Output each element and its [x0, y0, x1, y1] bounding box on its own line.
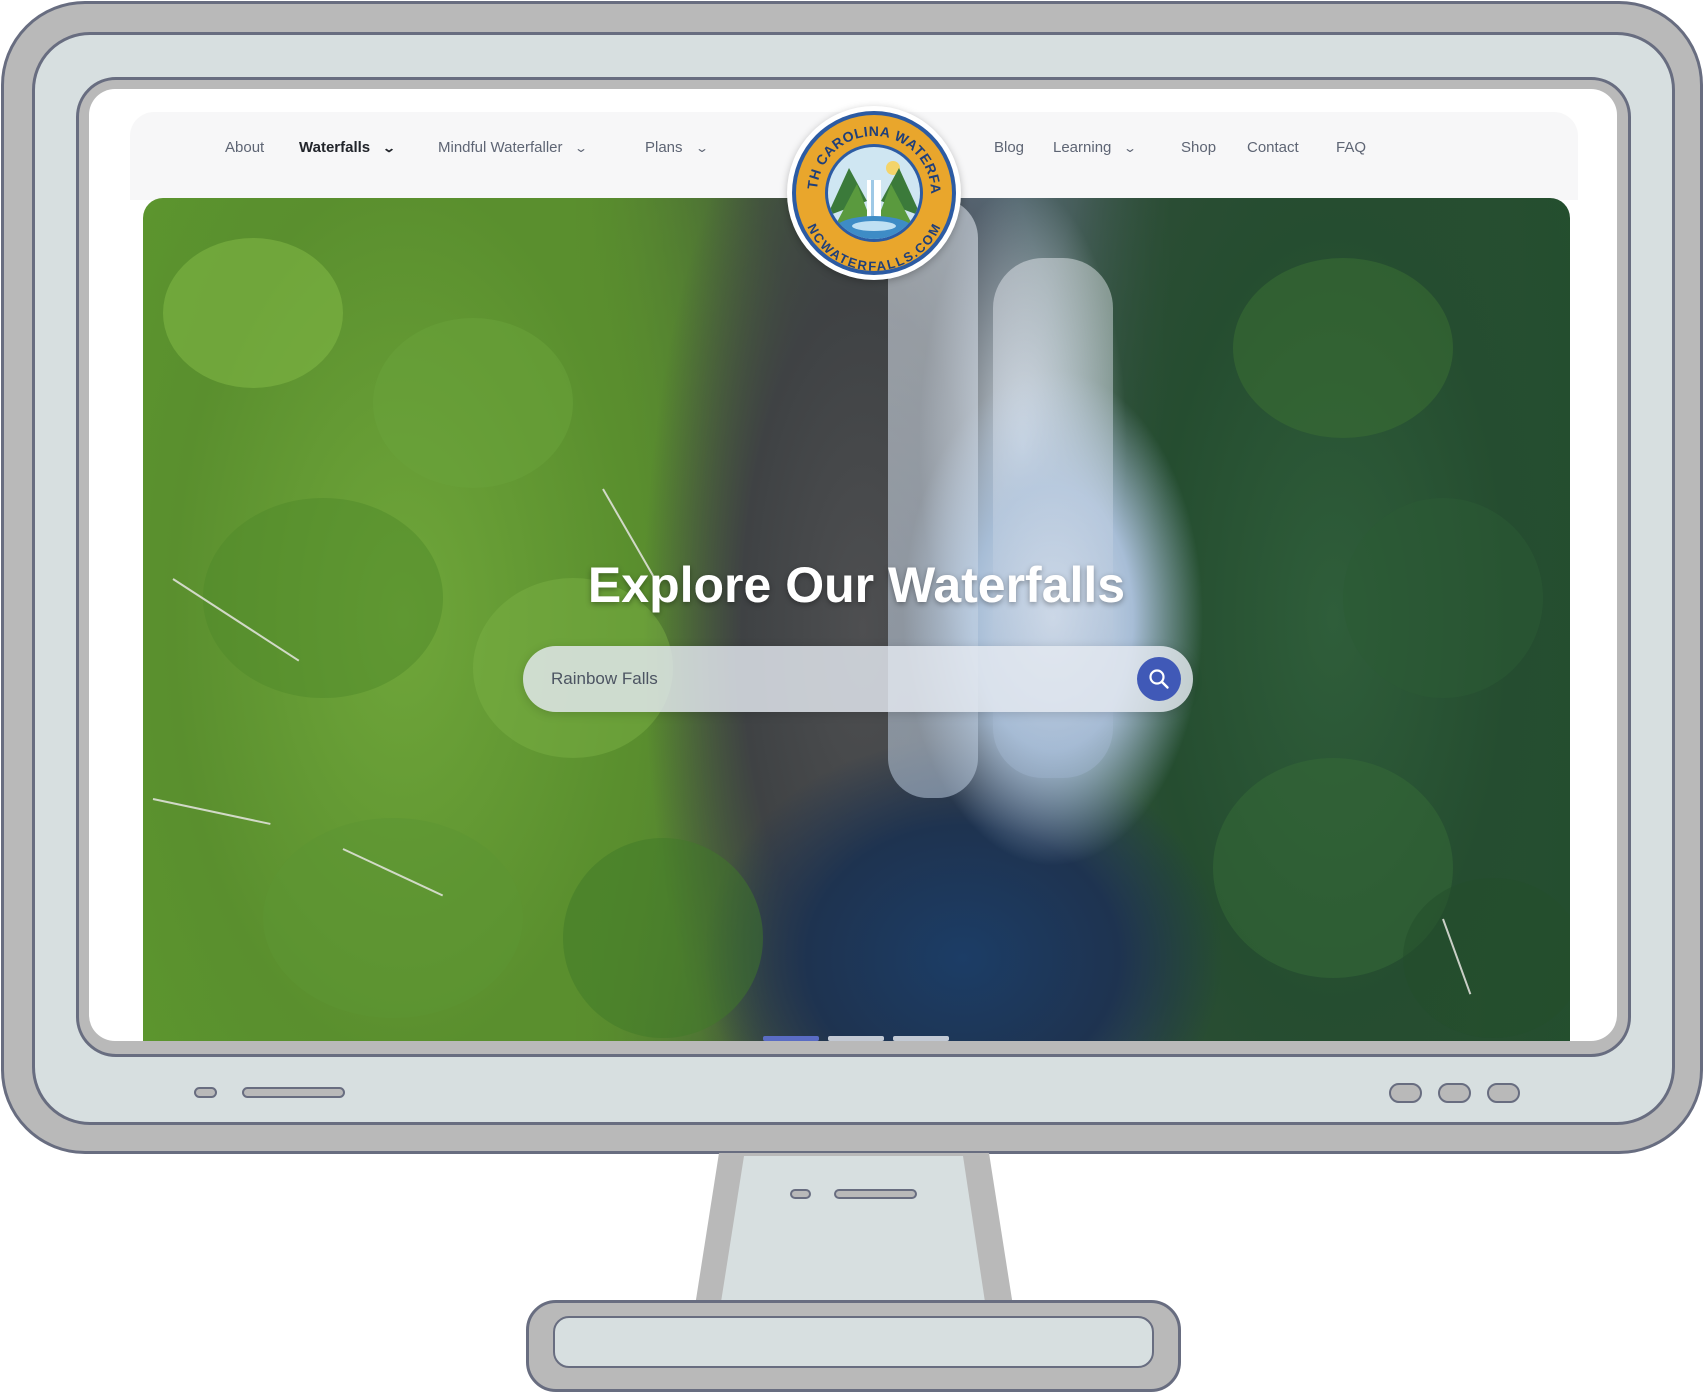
chevron-down-icon: ⌄ — [574, 140, 589, 155]
chevron-down-icon: ⌄ — [1123, 140, 1138, 155]
carousel-dot-3[interactable] — [893, 1036, 949, 1041]
nav-item-about[interactable]: About — [225, 139, 264, 156]
tree-canopy — [1403, 878, 1570, 1038]
search-button[interactable] — [1137, 657, 1181, 701]
tree-canopy — [373, 318, 573, 488]
tree-canopy — [563, 838, 763, 1038]
nav-item-faq[interactable]: FAQ — [1336, 139, 1366, 156]
dead-tree-branch — [152, 798, 271, 825]
nav-label: Learning — [1053, 139, 1112, 156]
nav-item-learning[interactable]: Learning ⌄ — [1053, 139, 1138, 156]
monitor-button-3 — [1487, 1083, 1520, 1103]
nav-label: Mindful Waterfaller — [438, 139, 563, 156]
chevron-down-icon: ⌄ — [382, 140, 397, 155]
monitor-indicator-light — [194, 1087, 217, 1098]
tree-canopy — [263, 818, 523, 1018]
nav-label: Contact — [1247, 139, 1299, 156]
nav-label: FAQ — [1336, 139, 1367, 156]
nav-item-waterfalls[interactable]: Waterfalls ⌄ — [299, 139, 397, 156]
tree-canopy — [163, 238, 343, 388]
monitor-stand-neck-panel — [721, 1156, 985, 1302]
stand-indicator — [790, 1189, 811, 1199]
nav-item-blog[interactable]: Blog — [994, 139, 1024, 156]
hero-title: Explore Our Waterfalls — [587, 557, 1126, 613]
hero-banner-image: Explore Our Waterfalls Rainbow Falls — [143, 198, 1570, 1041]
nav-item-mindful-waterfaller[interactable]: Mindful Waterfaller ⌄ — [438, 139, 589, 156]
chevron-down-icon: ⌄ — [694, 140, 709, 155]
stand-slot — [834, 1189, 917, 1199]
monitor-speaker-slot — [242, 1087, 345, 1098]
monitor-button-2 — [1438, 1083, 1471, 1103]
search-icon — [1149, 669, 1169, 689]
carousel-dot-2[interactable] — [828, 1036, 884, 1041]
nav-label: Shop — [1181, 139, 1217, 156]
nav-label: Waterfalls — [299, 139, 371, 156]
search-input[interactable]: Rainbow Falls — [551, 646, 658, 712]
carousel-dot-1[interactable] — [763, 1036, 819, 1041]
nav-label: About — [225, 139, 265, 156]
logo-badge: NORTH CAROLINA WATERFALLS NCWATERFALLS.C… — [781, 93, 956, 275]
nav-label: Plans — [645, 139, 683, 156]
waterfall-search-field[interactable]: Rainbow Falls — [523, 646, 1193, 712]
nav-item-plans[interactable]: Plans ⌄ — [645, 139, 709, 156]
monitor-stand-base-panel — [553, 1316, 1154, 1368]
nav-item-shop[interactable]: Shop — [1181, 139, 1216, 156]
site-logo[interactable]: NORTH CAROLINA WATERFALLS NCWATERFALLS.C… — [781, 93, 961, 280]
website-screen: About Waterfalls ⌄ Mindful Waterfaller ⌄… — [89, 89, 1617, 1041]
monitor-button-1 — [1389, 1083, 1422, 1103]
tree-canopy — [1233, 258, 1453, 438]
nav-item-contact[interactable]: Contact — [1247, 139, 1299, 156]
nav-label: Blog — [994, 139, 1025, 156]
